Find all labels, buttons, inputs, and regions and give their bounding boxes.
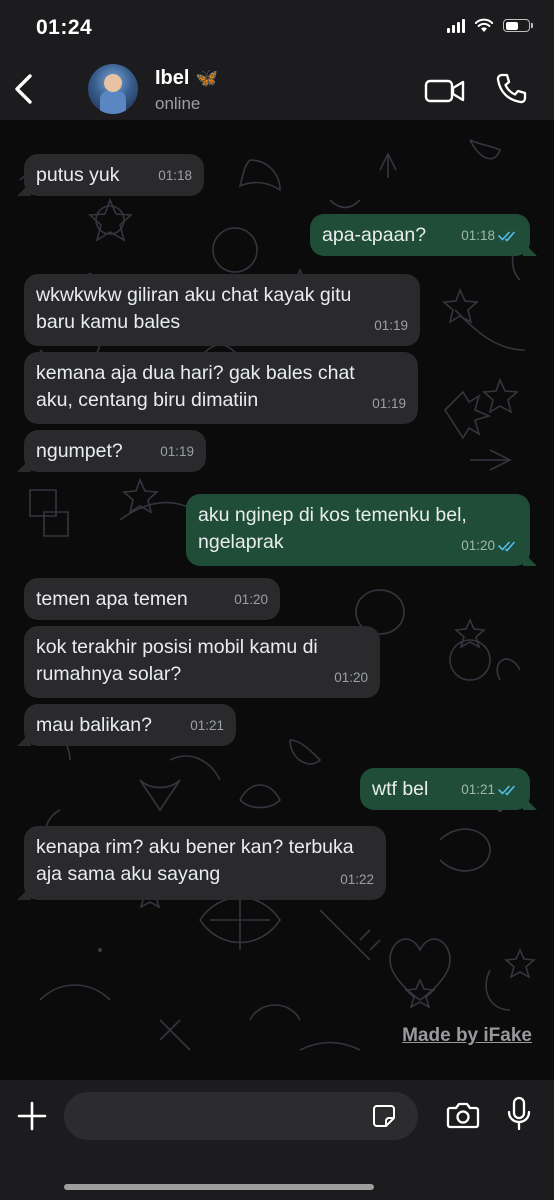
read-receipt-icon (498, 231, 515, 242)
message-time: 01:19 (372, 396, 406, 411)
battery-icon (503, 19, 533, 32)
contact-status: online (155, 94, 201, 113)
message-time: 01:20 (234, 592, 268, 607)
message-meta: 01:21 (461, 776, 518, 803)
message-time: 01:19 (374, 318, 408, 333)
read-receipt-icon (498, 541, 515, 552)
butterfly-emoji: 🦋 (195, 68, 218, 88)
message-outgoing[interactable]: wtf bel 01:21 (360, 768, 530, 810)
message-time: 01:20 (461, 538, 495, 553)
message-text: wtf bel (372, 778, 429, 800)
phone-call-icon[interactable] (494, 72, 528, 106)
message-incoming[interactable]: kemana aja dua hari? gak bales chat aku,… (24, 352, 418, 424)
message-time: 01:18 (158, 168, 192, 183)
message-text: putus yuk (36, 164, 120, 186)
status-icons (447, 18, 533, 33)
contact-name: Ibel (155, 67, 190, 89)
message-time: 01:19 (160, 444, 194, 459)
message-incoming[interactable]: putus yuk 01:18 (24, 154, 204, 196)
watermark: Made by iFake (402, 1025, 532, 1046)
message-incoming[interactable]: kok terakhir posisi mobil kamu di rumahn… (24, 626, 380, 698)
message-time: 01:20 (334, 670, 368, 685)
message-input-bar (0, 1080, 554, 1200)
message-incoming[interactable]: mau balikan? 01:21 (24, 704, 236, 746)
message-text: kemana aja dua hari? gak bales chat aku,… (36, 362, 355, 411)
message-text: temen apa temen (36, 588, 188, 610)
message-time: 01:21 (461, 782, 495, 797)
message-incoming[interactable]: wkwkwkw giliran aku chat kayak gitu baru… (24, 274, 420, 346)
message-text: kok terakhir posisi mobil kamu di rumahn… (36, 636, 318, 685)
message-meta: 01:20 (461, 532, 518, 559)
message-text: kenapa rim? aku bener kan? terbuka aja s… (36, 836, 354, 885)
status-time: 01:24 (36, 16, 93, 39)
message-text: ngumpet? (36, 440, 123, 462)
read-receipt-icon (498, 785, 515, 796)
message-outgoing[interactable]: apa-apaan? 01:18 (310, 214, 530, 256)
plus-icon[interactable] (16, 1100, 48, 1132)
wifi-icon (474, 18, 494, 32)
chat-header: 01:24 Ibel 🦋 online (0, 0, 554, 120)
signal-icon (447, 18, 465, 33)
camera-icon[interactable] (446, 1100, 480, 1130)
microphone-icon[interactable] (506, 1096, 532, 1132)
message-text: aku nginep di kos temenku bel, ngelaprak (198, 504, 467, 553)
video-call-icon[interactable] (424, 76, 466, 106)
message-time: 01:21 (190, 718, 224, 733)
contact-avatar[interactable] (88, 64, 138, 114)
message-outgoing[interactable]: aku nginep di kos temenku bel, ngelaprak… (186, 494, 530, 566)
home-indicator (64, 1184, 374, 1190)
message-meta: 01:18 (461, 222, 518, 249)
message-text: apa-apaan? (322, 224, 427, 246)
message-incoming[interactable]: temen apa temen 01:20 (24, 578, 280, 620)
back-chevron-icon[interactable] (10, 72, 38, 106)
message-text: wkwkwkw giliran aku chat kayak gitu baru… (36, 284, 352, 333)
sticker-icon[interactable] (372, 1104, 396, 1128)
contact-name-row[interactable]: Ibel 🦋 (155, 67, 218, 90)
message-time: 01:18 (461, 228, 495, 243)
message-input[interactable] (64, 1092, 418, 1140)
message-incoming[interactable]: ngumpet? 01:19 (24, 430, 206, 472)
message-incoming[interactable]: kenapa rim? aku bener kan? terbuka aja s… (24, 826, 386, 900)
message-text: mau balikan? (36, 714, 152, 736)
message-time: 01:22 (340, 872, 374, 887)
chat-area[interactable]: putus yuk 01:18 apa-apaan? 01:18 wkwkwkw… (0, 120, 554, 1080)
